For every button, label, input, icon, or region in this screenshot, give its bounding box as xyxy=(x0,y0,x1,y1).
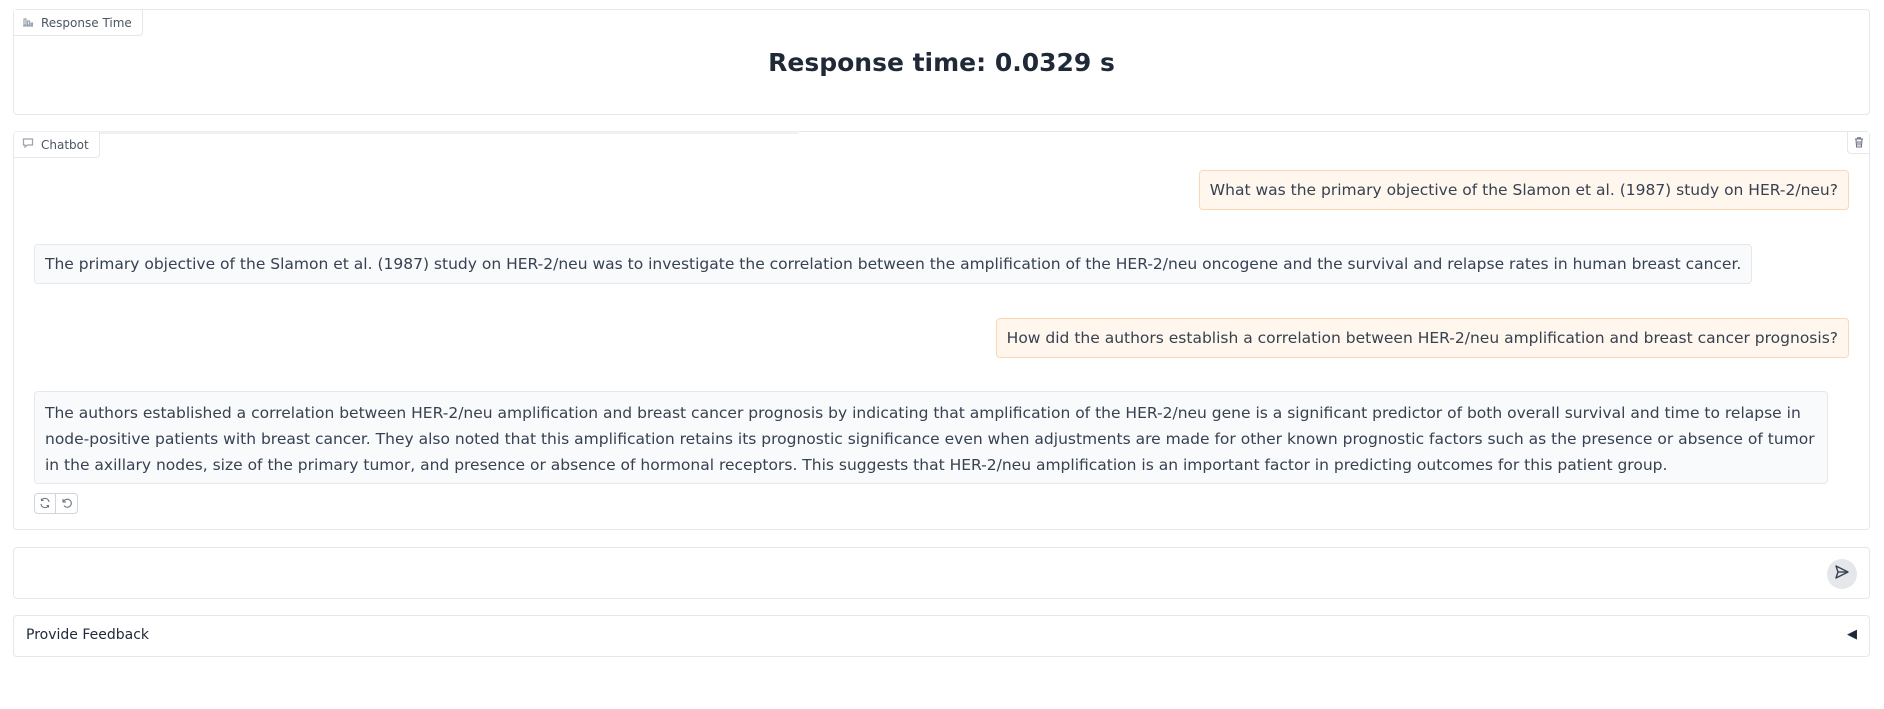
loading-track xyxy=(14,131,799,134)
chatbot-tab-label: Chatbot xyxy=(41,137,89,152)
user-message: What was the primary objective of the Sl… xyxy=(1198,170,1849,210)
response-time-panel: Response Time Response time: 0.0329 s xyxy=(13,9,1870,115)
collapse-arrow-icon: ◀ xyxy=(1847,627,1857,642)
send-button[interactable] xyxy=(1827,559,1857,589)
clear-chat-button[interactable] xyxy=(1847,132,1869,154)
response-time-tab-label: Response Time xyxy=(41,15,132,30)
send-icon xyxy=(1834,564,1850,584)
feedback-label: Provide Feedback xyxy=(26,627,150,643)
retry-icon xyxy=(39,494,51,513)
chat-bubble-icon xyxy=(22,137,34,152)
bar-chart-icon xyxy=(22,15,34,30)
response-time-value: Response time: 0.0329 s xyxy=(768,48,1115,77)
feedback-accordion[interactable]: Provide Feedback ◀ xyxy=(13,615,1870,657)
message-input-panel xyxy=(13,547,1870,599)
bot-message: The primary objective of the Slamon et a… xyxy=(34,244,1753,284)
bot-message: The authors established a correlation be… xyxy=(34,391,1828,484)
retry-button[interactable] xyxy=(34,493,56,514)
chatbot-panel: Chatbot What was the primary objective o… xyxy=(13,131,1870,530)
trash-icon xyxy=(1853,133,1865,152)
response-time-tab: Response Time xyxy=(14,10,143,36)
message-input[interactable] xyxy=(26,558,1806,588)
undo-button[interactable] xyxy=(56,493,78,514)
undo-icon xyxy=(61,494,73,513)
user-message: How did the authors establish a correlat… xyxy=(995,318,1849,358)
chatbot-tab: Chatbot xyxy=(14,132,100,158)
message-actions xyxy=(34,493,78,514)
